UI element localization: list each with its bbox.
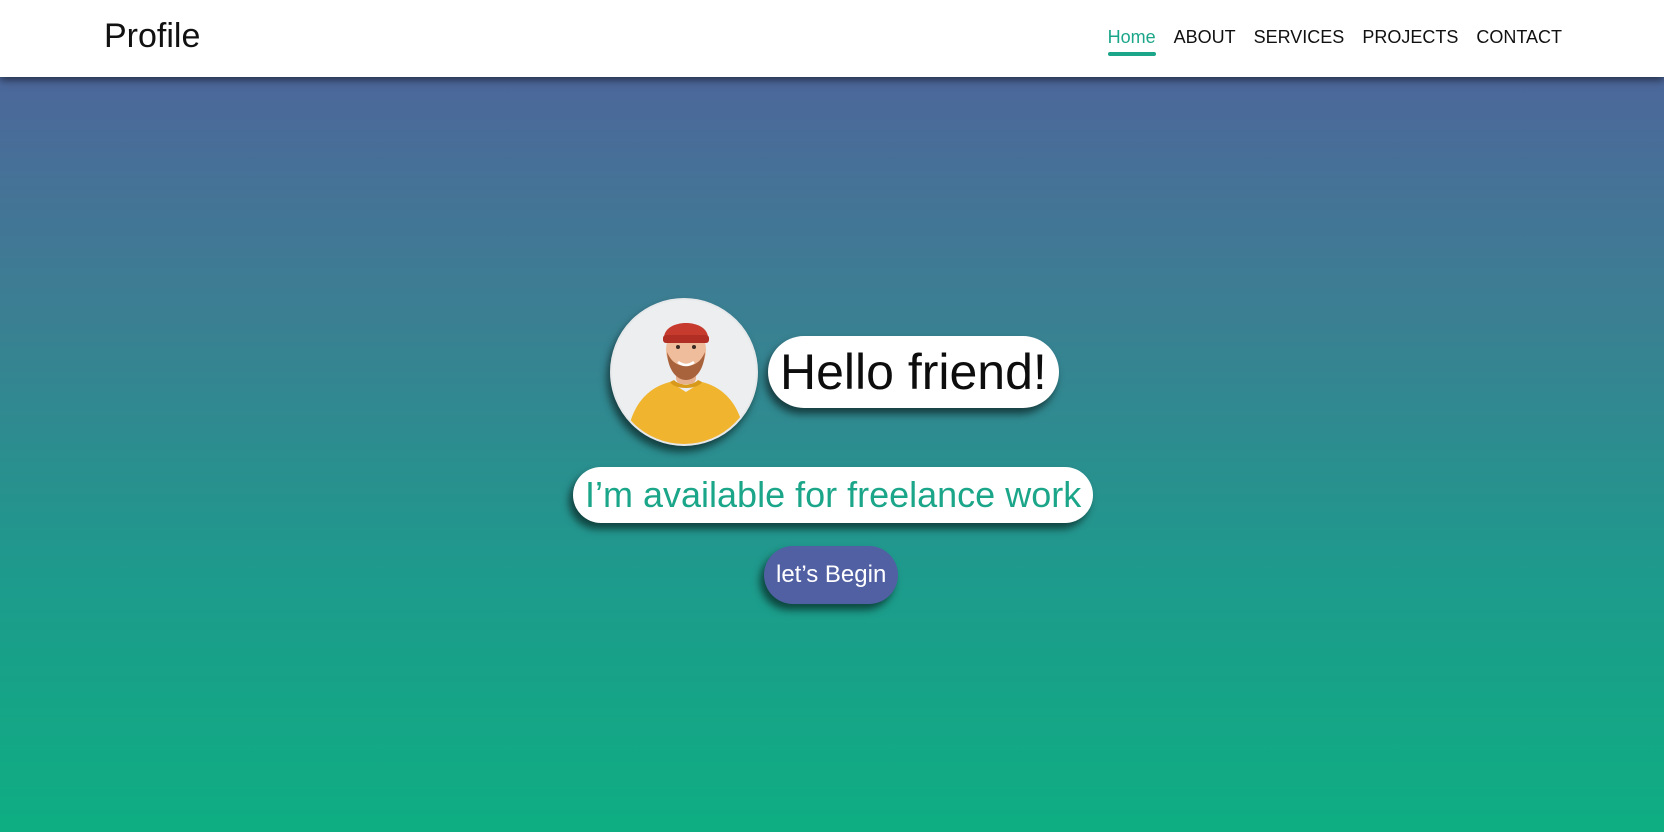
greeting-text: Hello friend! — [780, 344, 1047, 400]
main-nav: Home ABOUT SERVICES PROJECTS CONTACT — [1090, 26, 1562, 56]
nav-link-home[interactable]: Home — [1107, 26, 1156, 56]
top-navbar: Profile Home ABOUT SERVICES PROJECTS CON… — [0, 0, 1664, 77]
tagline-text: I’m available for freelance work — [585, 474, 1082, 515]
nav-link-projects[interactable]: PROJECTS — [1362, 26, 1458, 56]
nav-link-about[interactable]: ABOUT — [1174, 26, 1236, 56]
lets-begin-button[interactable]: let’s Begin — [764, 546, 899, 604]
avatar — [610, 298, 758, 446]
brand-logo[interactable]: Profile — [104, 17, 200, 55]
lets-begin-label: let’s Begin — [776, 561, 887, 588]
person-portrait-icon — [612, 300, 756, 444]
hero-greeting-row: Hello friend! — [610, 298, 1059, 446]
tagline-bubble: I’m available for freelance work — [573, 467, 1094, 523]
nav-link-contact[interactable]: CONTACT — [1476, 26, 1562, 56]
nav-link-services[interactable]: SERVICES — [1254, 26, 1345, 56]
greeting-bubble: Hello friend! — [768, 336, 1059, 408]
